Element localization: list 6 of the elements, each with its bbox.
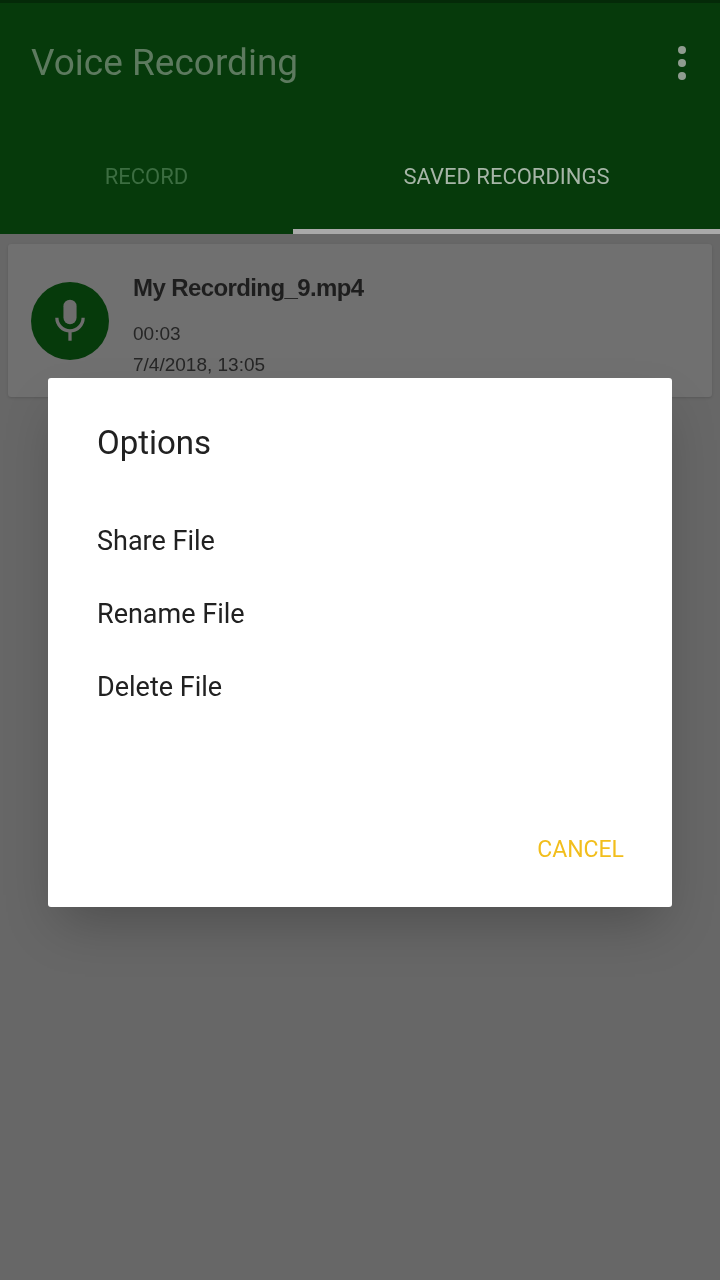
tab[interactable]: SAVED RECORDINGS <box>293 123 720 234</box>
recording-name: My Recording_9.mp4 <box>133 273 364 303</box>
recording-duration: 00:03 <box>133 322 182 346</box>
app-title: Voice Recording <box>31 40 299 87</box>
dialog-title: Options <box>97 422 213 464</box>
recording-date: 7/4/2018, 13:05 <box>133 352 267 377</box>
